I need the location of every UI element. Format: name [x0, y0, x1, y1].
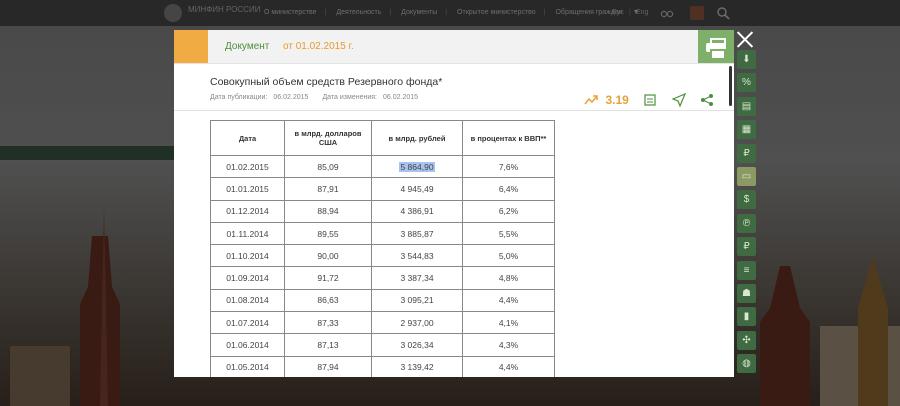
scrollbar-thumb[interactable] — [729, 66, 732, 106]
table-row: 01.11.2014 89,55 3 885,87 5,5% — [210, 221, 555, 246]
cell-gdp: 4,1% — [462, 311, 555, 335]
document-label: Документ — [225, 41, 270, 52]
ruble-circle-icon[interactable]: ℗ — [737, 213, 756, 233]
cell-usd: 90,00 — [284, 244, 372, 268]
table-row: 01.12.2014 88,94 4 386,91 6,2% — [210, 199, 555, 223]
cell-gdp: 5,5% — [462, 221, 555, 246]
reserve-fund-table: Дата в млрд. долларов США в млрд. рублей… — [210, 120, 555, 377]
document-meta: Дата публикации: 06.02.2015 Дата изменения… — [210, 94, 432, 101]
modal-header: Документ от 01.02.2015 г. — [174, 30, 734, 64]
mod-date-value: 06.02.2015 — [382, 94, 419, 101]
cell-gdp: 4,3% — [462, 333, 555, 357]
people-icon[interactable]: ☗ — [737, 283, 756, 303]
document-modal: Документ от 01.02.2015 г. Совокупный объ… — [174, 30, 734, 377]
cell-gdp: 5,0% — [462, 244, 555, 268]
globe-icon[interactable]: ◍ — [737, 354, 756, 374]
ruble-coins-icon[interactable]: ₽ — [737, 143, 756, 163]
cell-date: 01.08.2014 — [210, 288, 285, 313]
cell-usd: 88,94 — [284, 199, 372, 223]
table-row: 01.10.2014 90,00 3 544,83 5,0% — [210, 244, 555, 268]
cell-gdp: 6,4% — [462, 177, 555, 201]
selected-text[interactable]: 5 864,90 — [399, 161, 435, 172]
cell-rub: 3 095,21 — [371, 288, 463, 313]
cell-gdp: 4,4% — [462, 288, 555, 313]
cell-rub: 3 885,87 — [371, 221, 463, 246]
cell-date: 01.10.2014 — [210, 244, 285, 268]
cell-usd: 87,13 — [284, 333, 372, 357]
col-header-gdp: в процентах к ВВП** — [462, 120, 555, 156]
cell-date: 01.01.2015 — [210, 177, 285, 201]
table-row: 01.06.2014 87,13 3 026,34 4,3% — [210, 333, 555, 357]
cell-gdp: 4,8% — [462, 266, 555, 290]
percent-icon[interactable]: % — [737, 73, 756, 93]
send-icon[interactable] — [671, 92, 686, 107]
cell-date: 01.11.2014 — [210, 221, 285, 246]
table-row: 01.05.2014 87,94 3 139,42 4,4% — [210, 355, 555, 377]
ruble-bag-icon[interactable]: ₽ — [737, 237, 756, 257]
trend-up-icon — [584, 95, 598, 105]
table-row: 01.08.2014 86,63 3 095,21 4,4% — [210, 288, 555, 313]
header-divider — [174, 110, 734, 111]
table-row: 01.09.2014 91,72 3 387,34 4,8% — [210, 266, 555, 290]
cell-rub: 2 937,00 — [371, 311, 463, 335]
side-toolbar: ⬇ % ▤ ▦ ₽ ▭ $ ℗ ₽ ≡ ☗ ▮ ✣ ◍ — [737, 50, 756, 377]
cell-date: 01.12.2014 — [210, 199, 285, 223]
table-header-row: Дата в млрд. долларов США в млрд. рублей… — [210, 120, 555, 156]
document-stats: 3.19 — [584, 91, 714, 107]
print-button[interactable] — [698, 30, 734, 63]
cell-date: 01.06.2014 — [210, 333, 285, 357]
cell-rub: 3 026,34 — [371, 333, 463, 357]
header-accent — [174, 30, 208, 63]
cell-rub: 3 387,34 — [371, 266, 463, 290]
table-row: 01.02.2015 85,09 5 864,90 7,6% — [210, 154, 555, 179]
document-title: Совокупный объем средств Резервного фонд… — [210, 76, 443, 88]
cell-date: 01.05.2014 — [210, 355, 285, 377]
export-icon[interactable] — [643, 93, 657, 107]
card-icon[interactable]: ▭ — [737, 166, 756, 186]
document-date: от 01.02.2015 г. — [283, 41, 354, 52]
network-icon[interactable]: ✣ — [737, 330, 756, 350]
cell-rub: 3 139,42 — [371, 355, 463, 377]
share-icon[interactable] — [700, 93, 714, 107]
calculator-icon[interactable]: ▦ — [737, 120, 756, 140]
stat-value: 3.19 — [605, 92, 629, 107]
cell-usd: 91,72 — [284, 266, 372, 290]
cell-usd: 89,55 — [284, 221, 372, 246]
cell-gdp: 4,4% — [462, 355, 555, 377]
cell-date: 01.02.2015 — [210, 154, 285, 179]
cell-rub: 3 544,83 — [371, 244, 463, 268]
money-bag-icon[interactable]: $ — [737, 190, 756, 210]
close-icon[interactable] — [736, 30, 754, 48]
col-header-date: Дата — [210, 120, 285, 156]
cell-usd: 85,09 — [284, 154, 372, 179]
table-row: 01.01.2015 87,91 4 945,49 6,4% — [210, 177, 555, 201]
cell-rub: 5 864,90 — [371, 154, 463, 179]
cell-rub: 4 945,49 — [371, 177, 463, 201]
pub-date-value: 06.02.2015 — [273, 94, 309, 101]
cell-usd: 87,94 — [284, 355, 372, 377]
cell-gdp: 6,2% — [462, 199, 555, 223]
download-icon[interactable]: ⬇ — [737, 50, 756, 69]
col-header-usd: в млрд. долларов США — [284, 120, 372, 156]
col-header-rub: в млрд. рублей — [371, 120, 463, 156]
cell-usd: 86,63 — [284, 288, 372, 313]
pub-date-label: Дата публикации: — [210, 94, 268, 101]
cell-rub: 4 386,91 — [371, 199, 463, 223]
cell-usd: 87,91 — [284, 177, 372, 201]
cell-date: 01.09.2014 — [210, 266, 285, 290]
cell-date: 01.07.2014 — [210, 311, 285, 335]
bar-chart-icon[interactable]: ▮ — [737, 307, 756, 327]
mod-date-label: Дата изменения: — [322, 94, 377, 101]
chart-bars-icon[interactable]: ▤ — [737, 96, 756, 116]
table-body: 01.02.2015 85,09 5 864,90 7,6% 01.01.2015 87,… — [210, 154, 555, 377]
cell-gdp: 7,6% — [462, 154, 555, 179]
table-row: 01.07.2014 87,33 2 937,00 4,1% — [210, 311, 555, 335]
cell-usd: 87,33 — [284, 311, 372, 335]
doc-list-icon[interactable]: ≡ — [737, 260, 756, 280]
